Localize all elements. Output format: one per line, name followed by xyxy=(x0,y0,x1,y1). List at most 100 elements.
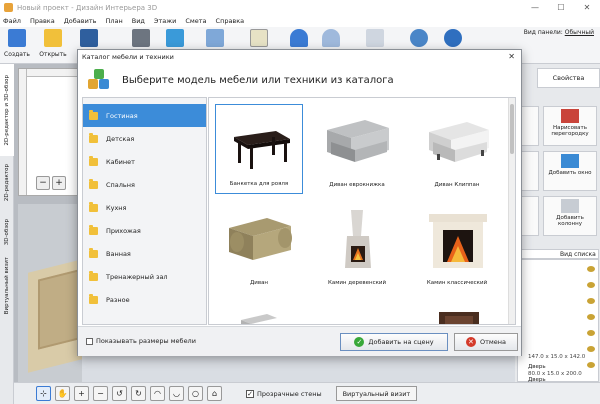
category-kids-room[interactable]: Детская xyxy=(83,127,206,150)
select-tool-icon[interactable]: ⊹ xyxy=(36,386,51,401)
zoom-out-icon[interactable]: − xyxy=(36,176,50,190)
furniture-grid: Банкетка для рояля Диван еврокнижка Дива… xyxy=(208,97,516,325)
transparent-walls-toggle[interactable]: ✓ Прозрачные стены xyxy=(246,389,322,398)
furniture-item-fireplace-rustic[interactable]: Камин деревенский xyxy=(313,202,401,292)
category-bedroom[interactable]: Спальня xyxy=(83,173,206,196)
visibility-eye-icon[interactable] xyxy=(587,346,595,352)
menu-file[interactable]: Файл xyxy=(3,17,21,25)
zoom-in-icon[interactable]: + xyxy=(74,386,89,401)
rotate-right-icon[interactable]: ↻ xyxy=(131,386,146,401)
visibility-eye-icon[interactable] xyxy=(587,266,595,272)
print-button[interactable] xyxy=(126,29,156,47)
rug xyxy=(38,268,82,350)
scrollbar-thumb[interactable] xyxy=(510,104,514,154)
menu-plan[interactable]: План xyxy=(105,17,122,25)
tab-2d-editor[interactable]: 2D-редактор xyxy=(0,158,14,208)
visibility-eye-icon[interactable] xyxy=(587,298,595,304)
visibility-eye-icon[interactable] xyxy=(587,282,595,288)
folder-open-icon xyxy=(44,29,62,47)
furniture-item-fireplace-classic[interactable]: Камин классический xyxy=(413,202,501,292)
category-living-room[interactable]: Гостиная xyxy=(83,104,206,127)
list-item[interactable]: Дверь 80.0 x 15.0 x 200.0 xyxy=(528,364,582,378)
visibility-eye-icon[interactable] xyxy=(587,314,595,320)
view-3d[interactable] xyxy=(18,204,82,382)
open-button[interactable]: Открыть xyxy=(38,29,68,58)
menu-estimate[interactable]: Смета xyxy=(185,17,206,25)
virtual-visit-button[interactable]: Виртуальный визит xyxy=(335,386,418,401)
close-button[interactable]: ✕ xyxy=(574,0,600,15)
create-button[interactable]: Создать xyxy=(2,29,32,58)
zoom-out-icon[interactable]: − xyxy=(93,386,108,401)
furniture-item-sofa-klippan[interactable]: Диван Клиппан xyxy=(413,104,501,194)
piano-bench-image xyxy=(234,131,290,169)
notes-button[interactable] xyxy=(244,29,274,47)
undo-button[interactable] xyxy=(284,29,314,47)
zoom-in-icon[interactable]: + xyxy=(52,176,66,190)
folder-icon xyxy=(89,224,98,235)
dialog-close-icon[interactable]: ✕ xyxy=(508,52,515,61)
furniture-item-sofa[interactable]: Диван xyxy=(215,202,303,292)
menu-bar: Файл Правка Добавить План Вид Этажи Смет… xyxy=(0,15,600,27)
settings-button[interactable] xyxy=(404,29,434,47)
image-icon xyxy=(206,29,224,47)
folder-icon xyxy=(89,270,98,281)
category-gym[interactable]: Тренажерный зал xyxy=(83,265,206,288)
show-sizes-checkbox[interactable] xyxy=(86,337,93,345)
transparent-walls-checkbox[interactable]: ✓ xyxy=(246,389,254,398)
grid-scrollbar[interactable] xyxy=(508,98,515,324)
notepad-icon xyxy=(250,29,268,47)
draw-partition-button[interactable]: Нарисовать перегородку xyxy=(543,106,597,146)
maximize-button[interactable]: ☐ xyxy=(548,0,574,15)
fireplace-rustic-image xyxy=(345,210,371,268)
menu-view[interactable]: Вид xyxy=(132,17,145,25)
furniture-item-partial[interactable] xyxy=(215,298,303,324)
category-office[interactable]: Кабинет xyxy=(83,150,206,173)
tab-2d-3d[interactable]: 2D-редактор и 3D-обзор xyxy=(0,64,14,156)
ruler-top xyxy=(19,69,81,77)
floppy-icon xyxy=(80,29,98,47)
visibility-eye-icon[interactable] xyxy=(587,330,595,336)
window-title: Новый проект - Дизайн Интерьера 3D xyxy=(17,3,158,12)
copy-button[interactable] xyxy=(360,29,390,47)
view-panel-selector[interactable]: Вид панели: Обычный xyxy=(524,29,594,36)
list-view-selector[interactable]: Вид списка xyxy=(517,249,599,259)
view-panel-value[interactable]: Обычный xyxy=(565,29,594,36)
show-sizes-toggle[interactable]: Показывать размеры мебели xyxy=(86,337,196,345)
menu-edit[interactable]: Правка xyxy=(30,17,55,25)
light-bulb-icon[interactable]: ○ xyxy=(188,386,203,401)
title-bar: Новый проект - Дизайн Интерьера 3D — ☐ ✕ xyxy=(0,0,600,15)
monitor-button[interactable] xyxy=(160,29,190,47)
image-button[interactable] xyxy=(200,29,230,47)
category-kitchen[interactable]: Кухня xyxy=(83,196,206,219)
menu-help[interactable]: Справка xyxy=(216,17,245,25)
list-item[interactable]: 147.0 x 15.0 x 142.0 xyxy=(528,354,585,361)
tab-properties[interactable]: Свойства xyxy=(537,68,600,88)
sofa-beige-image xyxy=(229,218,292,260)
category-hallway[interactable]: Прихожая xyxy=(83,219,206,242)
orbit-down-icon[interactable]: ◡ xyxy=(169,386,184,401)
pan-hand-icon[interactable]: ✋ xyxy=(55,386,70,401)
cancel-button[interactable]: ✕ Отмена xyxy=(454,333,518,351)
category-bathroom[interactable]: Ванная xyxy=(83,242,206,265)
furniture-item-piano-bench[interactable]: Банкетка для рояля xyxy=(215,104,303,194)
dialog-heading: Выберите модель мебели или техники из ка… xyxy=(122,74,394,86)
add-window-button[interactable]: Добавить окно xyxy=(543,151,597,191)
home-icon[interactable]: ⌂ xyxy=(207,386,222,401)
rotate-left-icon[interactable]: ↺ xyxy=(112,386,127,401)
tab-virtual-visit[interactable]: Виртуальный визит xyxy=(0,256,14,316)
furniture-item-partial[interactable] xyxy=(413,298,501,324)
folder-icon xyxy=(89,178,98,189)
add-to-scene-button[interactable]: ✓ Добавить на сцену xyxy=(340,333,448,351)
menu-floors[interactable]: Этажи xyxy=(154,17,176,25)
add-column-button[interactable]: Добавить колонну xyxy=(543,196,597,236)
tab-3d-view[interactable]: 3D-обзор xyxy=(0,210,14,254)
help-button[interactable] xyxy=(438,29,468,47)
orbit-up-icon[interactable]: ◠ xyxy=(150,386,165,401)
minimize-button[interactable]: — xyxy=(522,0,548,15)
menu-add[interactable]: Добавить xyxy=(64,17,97,25)
category-misc[interactable]: Разное xyxy=(83,288,206,311)
visibility-eye-icon[interactable] xyxy=(587,362,595,368)
furniture-item-sofa-eurobook[interactable]: Диван еврокнижка xyxy=(313,104,401,194)
redo-button[interactable] xyxy=(316,29,346,47)
category-list: Гостиная Детская Кабинет Спальня Кухня П… xyxy=(82,97,207,325)
